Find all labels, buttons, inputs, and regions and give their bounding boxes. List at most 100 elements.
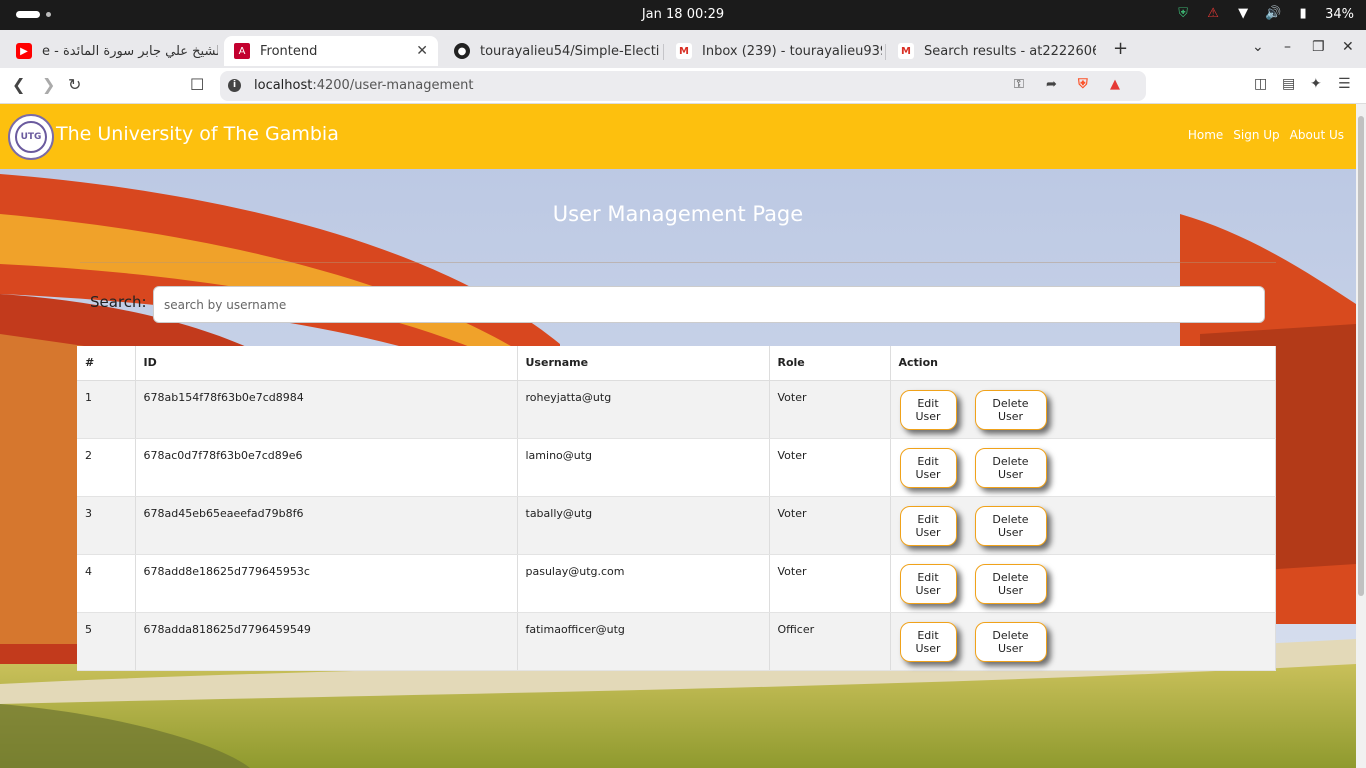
search-input[interactable] [153,286,1265,323]
page-scrollbar[interactable] [1356,104,1366,768]
back-icon[interactable]: ❮ [12,75,25,94]
row-role: Voter [769,438,891,497]
tab-title: الشيخ علي جابر سورة المائدة - e [42,43,218,59]
row-id: 678ab154f78f63b0e7cd8984 [135,380,518,439]
delete-user-button[interactable]: Delete User [974,447,1047,488]
new-tab-icon[interactable]: + [1113,38,1128,59]
shield-icon[interactable]: ⛨ [1175,6,1191,22]
gmail-icon: M [898,43,914,59]
youtube-icon: ▶ [16,43,32,59]
tab-title: Frontend [260,43,318,59]
delete-user-button[interactable]: Delete User [974,389,1047,430]
row-number: 5 [77,612,136,671]
site-nav-links: Home Sign Up About Us [1188,128,1344,142]
table-header-row: # ID Username Role Action [77,346,1276,381]
edit-user-button[interactable]: Edit User [899,389,957,430]
edit-user-button[interactable]: Edit User [899,621,957,662]
share-icon[interactable]: ➦ [1046,77,1057,92]
tab-gmail-search[interactable]: M Search results - at22226063 [888,36,1096,66]
brave-shields-icon[interactable]: ⛨ [1078,77,1088,92]
header-role: Role [769,346,891,381]
nav-about-link[interactable]: About Us [1290,128,1344,142]
row-number: 1 [77,380,136,439]
close-window-icon[interactable]: ✕ [1342,39,1354,55]
tab-youtube[interactable]: ▶ الشيخ علي جابر سورة المائدة - e [6,36,218,66]
row-role: Voter [769,380,891,439]
row-role: Voter [769,496,891,555]
wifi-icon[interactable]: ▼ [1235,6,1251,22]
sidebar-toggle-icon[interactable]: ◫ [1254,76,1267,92]
table-row: 1 678ab154f78f63b0e7cd8984 roheyjatta@ut… [77,380,1276,439]
leo-ai-icon[interactable]: ✦ [1310,76,1322,92]
close-tab-icon[interactable]: ✕ [416,43,428,59]
header-number: # [77,346,136,381]
address-bar[interactable]: i localhost:4200/user-management ⚿ ➦ ⛨ ▲ [220,71,1146,101]
site-info-icon[interactable]: i [228,79,241,92]
row-number: 3 [77,496,136,555]
bookmark-icon[interactable]: ☐ [190,75,204,94]
tab-title: tourayalieu54/Simple-Electic [480,43,660,59]
system-tray[interactable]: ⛨ ⚠ ▼ 🔊 ▮ 34% [1175,6,1354,22]
scrollbar-thumb[interactable] [1358,116,1364,596]
row-number: 2 [77,438,136,497]
row-actions: Edit User Delete User [890,380,1276,439]
row-actions: Edit User Delete User [890,554,1276,613]
tab-search-chevron-icon[interactable]: ⌄ [1252,39,1264,55]
row-actions: Edit User Delete User [890,496,1276,555]
os-top-bar: Jan 18 00:29 ⛨ ⚠ ▼ 🔊 ▮ 34% [0,0,1366,30]
tab-frontend[interactable]: A Frontend ✕ [224,36,438,66]
minimize-icon[interactable]: – [1284,39,1291,55]
search-label: Search: [90,293,147,311]
logo-emblem: UTG [15,121,47,153]
maximize-icon[interactable]: ❐ [1312,39,1325,55]
site-navbar: UTG The University of The Gambia Home Si… [0,104,1356,169]
tab-title: Search results - at22226063 [924,43,1096,59]
menu-icon[interactable]: ☰ [1338,76,1351,92]
battery-icon[interactable]: ▮ [1295,6,1311,22]
key-icon[interactable]: ⚿ [1014,77,1024,92]
url-text[interactable]: localhost:4200/user-management [254,78,474,93]
site-brand[interactable]: The University of The Gambia [56,123,339,145]
header-username: Username [517,346,770,381]
battery-percent[interactable]: 34% [1325,7,1354,22]
page-title: User Management Page [552,202,804,226]
os-clock[interactable]: Jan 18 00:29 [0,7,1366,22]
browser-tab-strip: ▶ الشيخ علي جابر سورة المائدة - e A Fron… [0,30,1366,68]
row-number: 4 [77,554,136,613]
github-icon: ● [454,43,470,59]
delete-user-button[interactable]: Delete User [974,505,1047,546]
row-id: 678adda818625d7796459549 [135,612,518,671]
edit-user-button[interactable]: Edit User [899,563,957,604]
tab-separator [885,44,886,60]
row-username: lamino@utg [517,438,770,497]
edit-user-button[interactable]: Edit User [899,505,957,546]
delete-user-button[interactable]: Delete User [974,563,1047,604]
table-row: 3 678ad45eb65eaeefad79b8f6 tabally@utg V… [77,496,1276,555]
row-actions: Edit User Delete User [890,438,1276,497]
header-id: ID [135,346,518,381]
nav-home-link[interactable]: Home [1188,128,1223,142]
edit-user-button[interactable]: Edit User [899,447,957,488]
university-logo[interactable]: UTG [8,114,54,160]
row-role: Officer [769,612,891,671]
logo-text: UTG [20,132,42,142]
wallet-icon[interactable]: ▤ [1282,76,1295,92]
forward-icon[interactable]: ❯ [42,75,55,94]
header-action: Action [890,346,1276,381]
row-username: fatimaofficer@utg [517,612,770,671]
reload-icon[interactable]: ↻ [68,75,81,94]
browser-toolbar: ❮ ❯ ↻ ☐ i localhost:4200/user-management… [0,68,1366,104]
warning-icon[interactable]: ⚠ [1205,6,1221,22]
row-username: roheyjatta@utg [517,380,770,439]
tab-separator [663,44,664,60]
row-actions: Edit User Delete User [890,612,1276,671]
volume-icon[interactable]: 🔊 [1265,6,1281,22]
row-username: tabally@utg [517,496,770,555]
tab-github[interactable]: ● tourayalieu54/Simple-Electic [444,36,660,66]
brave-rewards-icon[interactable]: ▲ [1110,77,1120,92]
nav-signup-link[interactable]: Sign Up [1233,128,1279,142]
tab-gmail-inbox[interactable]: M Inbox (239) - tourayalieu939 [666,36,882,66]
tab-title: Inbox (239) - tourayalieu939 [702,43,882,59]
table-row: 5 678adda818625d7796459549 fatimaofficer… [77,612,1276,671]
delete-user-button[interactable]: Delete User [974,621,1047,662]
